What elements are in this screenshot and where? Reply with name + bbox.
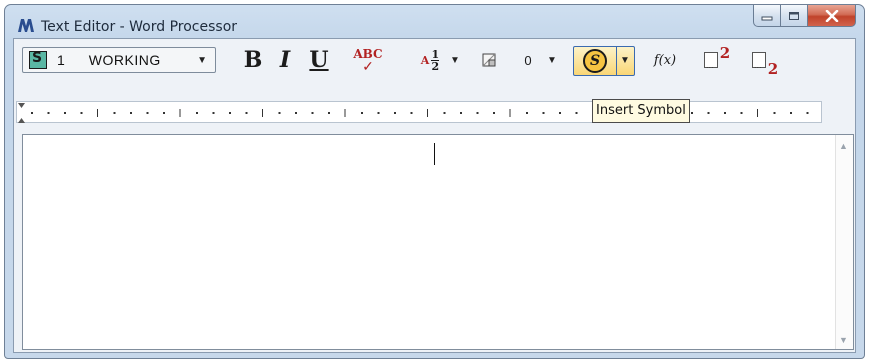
hanging-indent-marker[interactable] bbox=[18, 118, 25, 123]
ruler-tick bbox=[526, 112, 528, 114]
document-icon bbox=[482, 53, 496, 67]
editor-client-area: 1 WORKING ▼ B I U ABC ✓ A 1 2 ▼ bbox=[13, 38, 856, 353]
ruler-tick bbox=[394, 112, 396, 114]
fraction-denominator: 2 bbox=[431, 59, 440, 73]
fraction-icon: 1 2 bbox=[431, 47, 440, 73]
ruler-tick bbox=[97, 109, 98, 117]
insert-symbol-tooltip: Insert Symbol bbox=[592, 99, 690, 123]
ruler-tick bbox=[113, 112, 116, 114]
ruler-tick bbox=[245, 112, 248, 114]
text-style-name: WORKING bbox=[88, 52, 161, 68]
ruler-tick bbox=[773, 112, 776, 114]
fraction-dropdown-arrow[interactable]: ▼ bbox=[449, 46, 461, 74]
spacing-value: 0 bbox=[524, 52, 532, 68]
maximize-button[interactable] bbox=[781, 5, 808, 27]
ruler-tick bbox=[47, 112, 50, 114]
text-style-icon bbox=[29, 50, 47, 69]
ruler-tick bbox=[493, 112, 495, 114]
ruler-tick bbox=[311, 112, 314, 114]
ruler-tick bbox=[80, 112, 83, 114]
ruler-tick bbox=[790, 112, 792, 114]
ruler-tick bbox=[476, 112, 479, 114]
text-cursor bbox=[434, 143, 435, 165]
insert-symbol-icon: S bbox=[583, 49, 607, 73]
checkmark-icon: ✓ bbox=[362, 58, 374, 74]
ruler-tick bbox=[559, 112, 561, 114]
ruler-tick bbox=[64, 112, 66, 114]
horizontal-ruler[interactable] bbox=[16, 101, 822, 123]
ruler-tick bbox=[410, 112, 413, 114]
scroll-up-icon[interactable]: ▲ bbox=[839, 141, 848, 151]
first-line-indent-marker[interactable] bbox=[18, 103, 25, 108]
ruler-tick bbox=[163, 112, 165, 114]
ruler-tick bbox=[344, 109, 346, 117]
text-style-dropdown[interactable]: 1 WORKING ▼ bbox=[22, 47, 216, 73]
ruler-tick bbox=[361, 112, 363, 114]
ruler-tick bbox=[295, 112, 297, 114]
ruler-tick bbox=[691, 112, 693, 114]
ruler-tick bbox=[328, 112, 330, 114]
fraction-button[interactable]: A 1 2 bbox=[414, 46, 446, 74]
superscript-number: 2 bbox=[719, 44, 731, 62]
ruler-tick bbox=[130, 112, 132, 114]
chevron-down-icon[interactable]: ▼ bbox=[620, 55, 630, 66]
microstation-icon bbox=[18, 19, 34, 32]
ruler-tick bbox=[31, 112, 33, 114]
ruler-tick bbox=[509, 109, 511, 117]
spacing-dropdown-arrow[interactable]: ▼ bbox=[546, 46, 558, 74]
chevron-down-icon: ▼ bbox=[197, 54, 207, 66]
ruler-tick bbox=[757, 109, 758, 117]
ruler-tick bbox=[806, 112, 809, 114]
subscript-button[interactable]: 2 bbox=[748, 46, 782, 78]
caption-buttons bbox=[753, 5, 856, 29]
ruler-tick bbox=[196, 112, 198, 114]
ruler-tick bbox=[740, 112, 743, 114]
insert-function-button[interactable]: f(x) bbox=[647, 46, 683, 74]
ruler-tick bbox=[262, 109, 263, 117]
ruler-tick bbox=[146, 112, 149, 114]
ruler-tick bbox=[229, 112, 231, 114]
text-editing-area[interactable]: ▲ ▼ bbox=[22, 134, 854, 350]
fraction-a-label: A bbox=[420, 53, 430, 67]
text-style-number: 1 bbox=[57, 52, 65, 68]
minimize-button[interactable] bbox=[753, 5, 781, 27]
ruler-tick bbox=[212, 112, 215, 114]
split-divider bbox=[616, 47, 617, 75]
window-title: Text Editor - Word Processor bbox=[41, 19, 238, 35]
spell-check-button[interactable]: ABC ✓ bbox=[350, 46, 386, 74]
formatting-toolbar: 1 WORKING ▼ B I U ABC ✓ A 1 2 ▼ bbox=[16, 42, 853, 80]
line-spacing-button[interactable] bbox=[478, 46, 500, 74]
ruler-tick bbox=[278, 112, 281, 114]
ruler-tick bbox=[460, 112, 462, 114]
maximize-icon bbox=[789, 11, 799, 20]
ruler-tick bbox=[443, 112, 446, 114]
insert-symbol-button[interactable]: S ▼ bbox=[573, 46, 635, 76]
ruler-tick bbox=[377, 112, 380, 114]
close-button[interactable] bbox=[808, 5, 856, 27]
italic-button[interactable]: I bbox=[274, 46, 296, 74]
ruler-tick bbox=[542, 112, 545, 114]
subscript-box-icon bbox=[751, 52, 766, 70]
ruler-ticks bbox=[18, 103, 809, 123]
fraction-numerator: 1 bbox=[431, 47, 440, 61]
underline-button[interactable]: U bbox=[308, 46, 330, 74]
text-editor-window: Text Editor - Word Processor 1 WORKING ▼… bbox=[4, 4, 865, 359]
ruler-tick bbox=[575, 112, 578, 114]
ruler-tick bbox=[427, 109, 428, 117]
superscript-button[interactable]: 2 bbox=[700, 44, 734, 74]
ruler-tick bbox=[179, 109, 181, 117]
title-bar[interactable]: Text Editor - Word Processor bbox=[5, 5, 864, 41]
vertical-scrollbar[interactable]: ▲ ▼ bbox=[835, 135, 853, 349]
ruler-tick bbox=[707, 112, 710, 114]
subscript-number: 2 bbox=[767, 60, 779, 78]
superscript-box-icon bbox=[703, 52, 718, 70]
bold-button[interactable]: B bbox=[242, 46, 264, 74]
close-icon bbox=[825, 9, 838, 22]
ruler-tick bbox=[724, 112, 726, 114]
minimize-icon bbox=[761, 16, 773, 20]
scroll-down-icon[interactable]: ▼ bbox=[839, 335, 848, 345]
